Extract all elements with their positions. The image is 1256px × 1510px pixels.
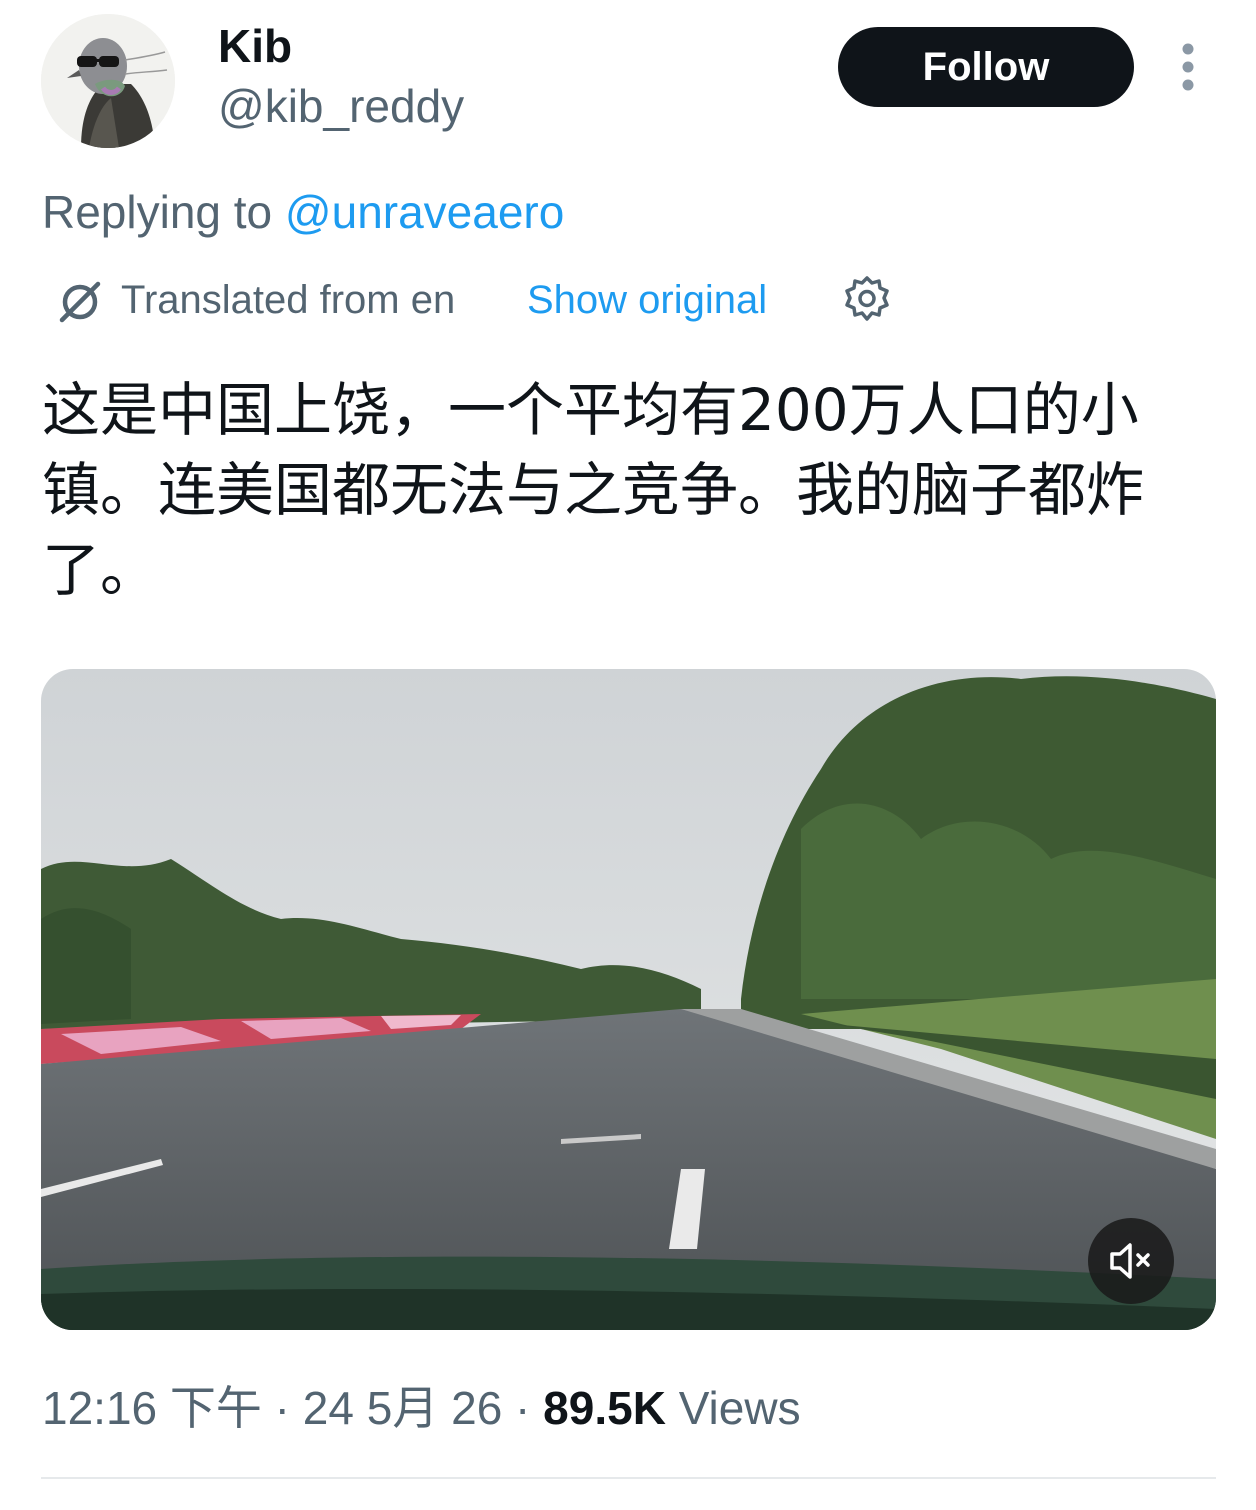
video-player[interactable] — [41, 669, 1216, 1330]
tweet-time[interactable]: 12:16 下午 — [42, 1382, 262, 1434]
divider — [41, 1477, 1216, 1479]
gear-icon[interactable] — [842, 274, 892, 324]
reply-prefix: Replying to — [42, 186, 285, 238]
tweet-meta: 12:16 下午 · 24 5月 26 · 89.5K Views — [42, 1380, 801, 1436]
show-original-link[interactable]: Show original — [527, 274, 767, 326]
follow-button[interactable]: Follow — [838, 27, 1134, 107]
reply-mention-link[interactable]: @unraveaero — [285, 186, 564, 238]
pigeon-avatar-image — [41, 14, 175, 148]
reply-context: Replying to @unraveaero — [42, 184, 564, 240]
meta-separator: · — [261, 1382, 303, 1434]
meta-separator: · — [502, 1382, 544, 1434]
tweet-text: 这是中国上饶，一个平均有200万人口的小镇。连美国都无法与之竞争。我的脑子都炸了… — [42, 376, 1145, 604]
views-label: Views — [665, 1382, 801, 1434]
video-frame-road-scene — [41, 669, 1216, 1330]
user-handle[interactable]: @kib_reddy — [218, 80, 464, 132]
translated-from-label: Translated from en — [121, 278, 456, 322]
more-vertical-icon[interactable] — [1172, 40, 1204, 96]
views-count: 89.5K — [543, 1382, 666, 1434]
translate-icon — [56, 278, 104, 326]
avatar[interactable] — [41, 14, 175, 148]
mute-button[interactable] — [1088, 1218, 1174, 1304]
tweet-date[interactable]: 24 5月 26 — [303, 1382, 502, 1434]
speaker-muted-icon — [1110, 1243, 1150, 1279]
display-name[interactable]: Kib — [218, 20, 292, 72]
